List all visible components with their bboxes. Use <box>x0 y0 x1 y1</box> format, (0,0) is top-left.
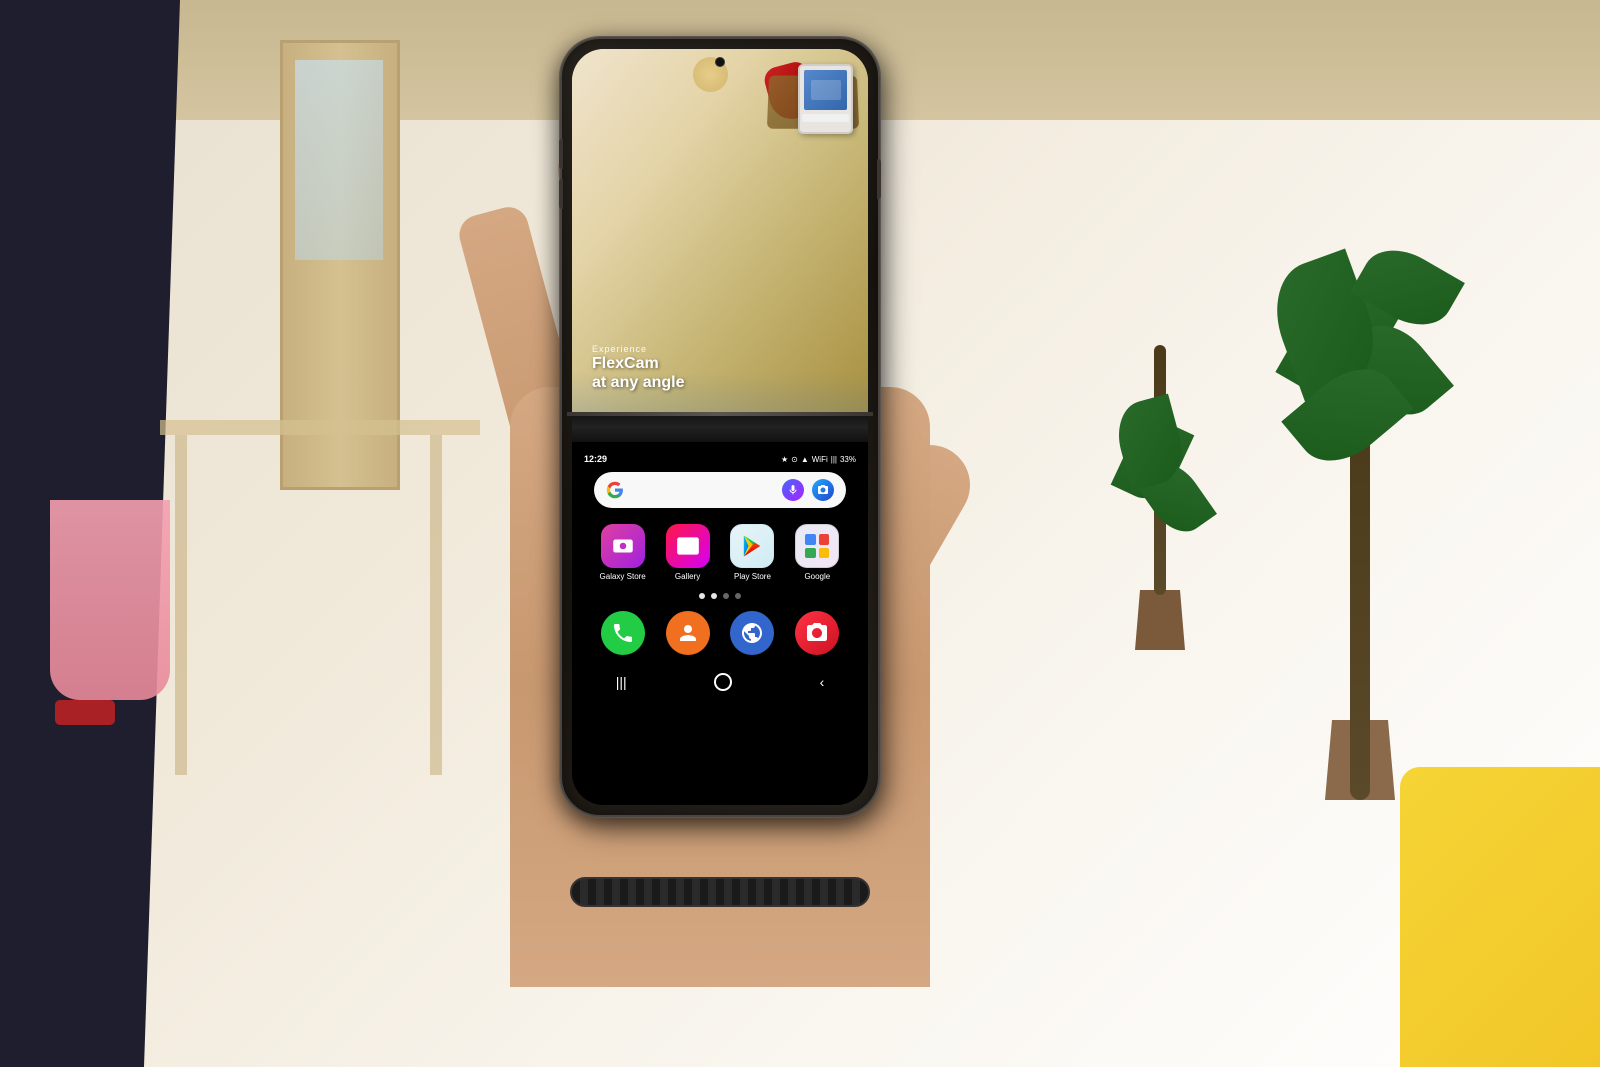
gallery-label: Gallery <box>675 572 700 581</box>
voice-search-icon[interactable] <box>782 479 804 501</box>
hand-phone-container: Experience FlexCam at any angle <box>370 37 1070 987</box>
app-item-gallery[interactable]: Gallery <box>659 524 716 581</box>
battery-icon: 33% <box>840 455 856 464</box>
play-store-label: Play Store <box>734 572 771 581</box>
home-nav-button[interactable] <box>714 673 732 691</box>
flexcam-title: FlexCam at any angle <box>592 354 684 392</box>
google-label: Google <box>804 572 830 581</box>
volume-up-button <box>559 139 563 169</box>
phone-hinge <box>567 412 873 416</box>
google-app-icon <box>795 524 839 568</box>
selfie-camera <box>715 57 725 67</box>
page-dot-2 <box>711 593 717 599</box>
page-dot-3 <box>723 593 729 599</box>
experience-label: Experience <box>592 344 684 354</box>
home-screen: 12:29 ★ ⊙ ▲ WiFi ||| 33% <box>572 442 868 805</box>
app-item-play-store[interactable]: Play Store <box>724 524 781 581</box>
bg-red-shoes <box>55 700 115 725</box>
back-nav[interactable]: ‹ <box>820 674 825 690</box>
camera-app-icon <box>795 611 839 655</box>
bracelet <box>570 877 870 907</box>
app-item-galaxy-store[interactable]: Galaxy Store <box>594 524 651 581</box>
phone-screen: Experience FlexCam at any angle <box>572 49 868 805</box>
page-dot-1 <box>699 593 705 599</box>
dock-item-camera[interactable] <box>789 611 846 655</box>
dock-item-contacts[interactable] <box>659 611 716 655</box>
gallery-icon <box>666 524 710 568</box>
search-right-icons <box>782 479 834 501</box>
bg-plant-right <box>1270 200 1450 800</box>
bg-pink-skirt <box>50 500 170 700</box>
google-search-bar[interactable] <box>594 472 846 508</box>
page-indicators <box>699 593 741 599</box>
google-g-icon <box>606 481 624 499</box>
bg-table-leg-left <box>175 435 187 775</box>
galaxy-store-icon <box>601 524 645 568</box>
contacts-app-icon <box>666 611 710 655</box>
status-icons: ★ ⊙ ▲ WiFi ||| 33% <box>781 455 856 464</box>
app-item-google[interactable]: Google <box>789 524 846 581</box>
phone: Experience FlexCam at any angle <box>560 37 880 817</box>
volume-down-button <box>559 179 563 209</box>
bg-plant-mid <box>1120 350 1200 650</box>
samsung-internet-icon <box>730 611 774 655</box>
screen-hinge-area <box>572 412 868 442</box>
phone-app-icon <box>601 611 645 655</box>
notification-icon: ⊙ <box>791 455 798 464</box>
dock-item-phone[interactable] <box>594 611 651 655</box>
camera-search-icon[interactable] <box>812 479 834 501</box>
app-dock <box>594 611 846 655</box>
status-bar: 12:29 ★ ⊙ ▲ WiFi ||| 33% <box>572 454 868 464</box>
navigation-bar: ||| ‹ <box>572 669 868 695</box>
star-icon: ★ <box>781 455 788 464</box>
page-dot-4 <box>735 593 741 599</box>
play-store-icon <box>730 524 774 568</box>
screen-top-promo: Experience FlexCam at any angle <box>572 49 868 412</box>
bg-yellow-object <box>1400 767 1600 1067</box>
wifi-icon: WiFi <box>812 455 828 464</box>
flexcam-text-overlay: Experience FlexCam at any angle <box>592 344 684 392</box>
phone-in-promo <box>798 64 853 134</box>
recent-apps-nav[interactable]: ||| <box>616 674 627 690</box>
dock-item-samsung-internet[interactable] <box>724 611 781 655</box>
galaxy-store-label: Galaxy Store <box>600 572 646 581</box>
phone-body: Experience FlexCam at any angle <box>560 37 880 817</box>
app-grid: Galaxy Store Gallery <box>594 524 846 581</box>
upload-icon: ▲ <box>801 455 809 464</box>
status-time: 12:29 <box>584 454 607 464</box>
signal-icon: ||| <box>831 455 837 464</box>
power-button <box>877 159 881 199</box>
